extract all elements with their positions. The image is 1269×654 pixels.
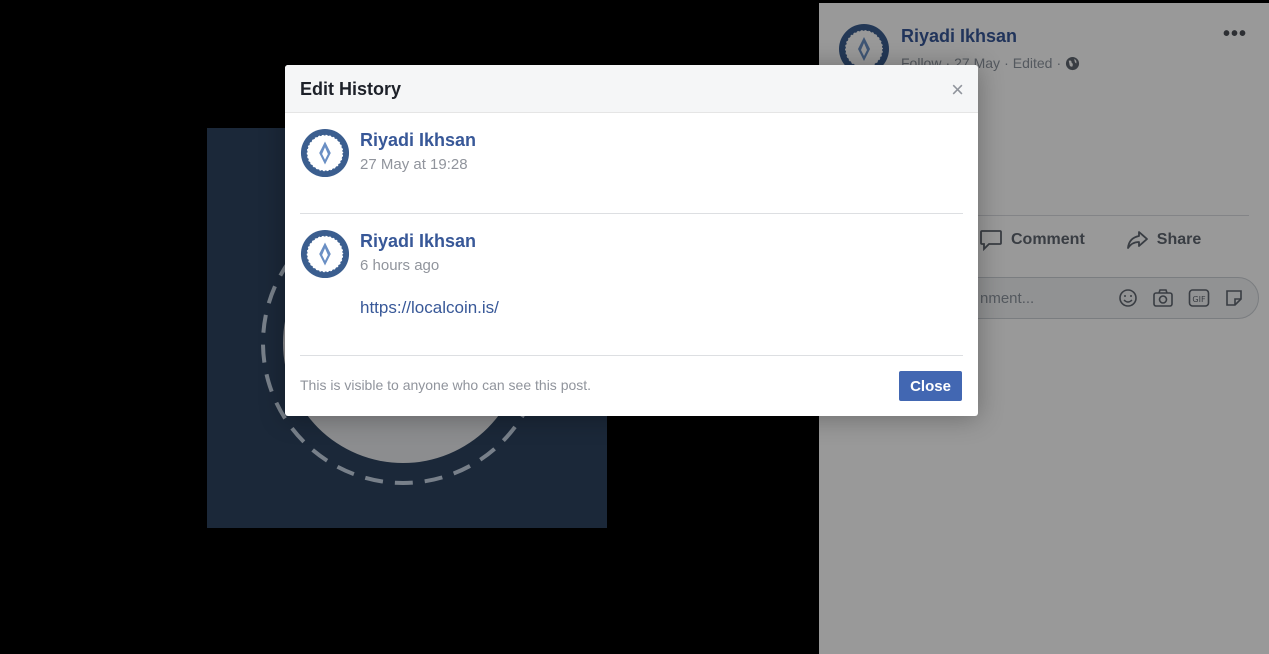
entry-author-name[interactable]: Riyadi Ikhsan xyxy=(360,231,476,252)
close-icon[interactable]: × xyxy=(951,77,964,103)
dialog-title: Edit History xyxy=(300,79,402,99)
divider xyxy=(300,213,963,214)
entry-link[interactable]: https://localcoin.is/ xyxy=(360,298,499,318)
entry-author-name[interactable]: Riyadi Ikhsan xyxy=(360,130,476,151)
entry-timestamp: 6 hours ago xyxy=(360,257,440,274)
edit-history-entry: Riyadi Ikhsan 27 May at 19:28 xyxy=(300,128,963,188)
edit-history-dialog: Edit History × Riyadi Ikhsan 27 May at 1… xyxy=(285,65,978,416)
dialog-header: Edit History × xyxy=(285,65,978,113)
close-button[interactable]: Close xyxy=(899,371,962,401)
entry-timestamp: 27 May at 19:28 xyxy=(360,156,468,173)
author-avatar[interactable] xyxy=(300,128,350,178)
visibility-note: This is visible to anyone who can see th… xyxy=(300,377,592,393)
divider xyxy=(300,355,963,356)
edit-history-entry: Riyadi Ikhsan 6 hours ago https://localc… xyxy=(300,229,963,329)
author-avatar[interactable] xyxy=(300,229,350,279)
